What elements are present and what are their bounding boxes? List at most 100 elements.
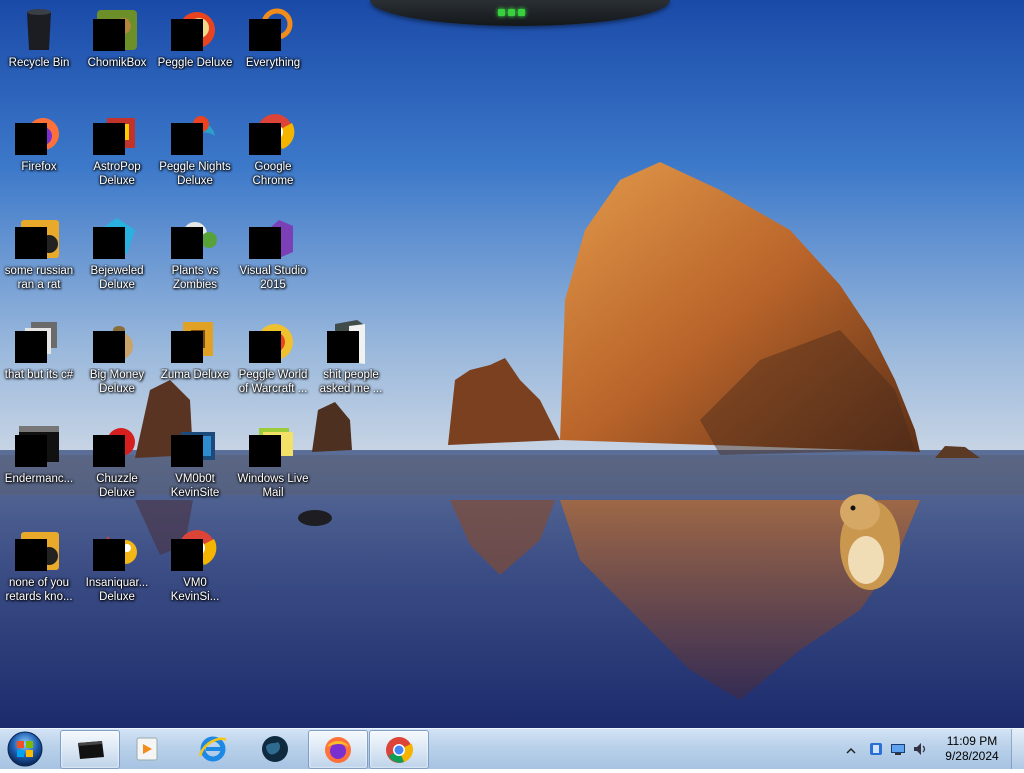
redaction-box	[15, 227, 47, 259]
desktop-icon-label: Chuzzle Deluxe	[96, 473, 138, 499]
desktop-icon-label: Firefox	[21, 161, 57, 173]
network-icon[interactable]	[890, 741, 906, 757]
redaction-box	[15, 331, 47, 363]
desktop-icon[interactable]: VM0 KevinSi...	[156, 526, 234, 604]
plants-vs-zombies-icon	[171, 214, 219, 262]
redaction-box	[249, 331, 281, 363]
desktop-icon[interactable]: Google Chrome	[234, 110, 312, 188]
recycle-bin-icon	[15, 6, 63, 54]
taskbar-globe-app[interactable]	[246, 730, 304, 767]
redaction-box	[171, 19, 203, 51]
desktop-icon[interactable]: none of you retards kno...	[0, 526, 78, 604]
desktop-icon-label: Visual Studio 2015	[239, 265, 307, 291]
redaction-box	[249, 19, 281, 51]
shortcut-icon	[15, 318, 63, 366]
desktop-icon-label: VM0 KevinSi...	[170, 577, 220, 603]
redaction-box	[93, 227, 125, 259]
redaction-box	[171, 539, 203, 571]
desktop-icon[interactable]: Peggle Deluxe	[156, 6, 234, 70]
desktop-icon[interactable]: Recycle Bin	[0, 6, 78, 70]
command-window-icon	[78, 740, 104, 759]
peggle-deluxe-icon	[171, 6, 219, 54]
redaction-box	[171, 435, 203, 467]
desktop-icon[interactable]: Everything	[234, 6, 312, 70]
desktop-icon-label: Endermanc...	[4, 473, 74, 485]
redaction-box	[93, 435, 125, 467]
gadget-arrow-icon[interactable]	[494, 6, 528, 18]
desktop-icon[interactable]: Visual Studio 2015	[234, 214, 312, 292]
volume-icon[interactable]	[912, 741, 928, 757]
generic-app-icon	[15, 526, 63, 574]
redaction-box	[171, 123, 203, 155]
chrome-icon	[386, 736, 414, 763]
vm-icon	[171, 422, 219, 470]
show-desktop-button[interactable]	[1011, 729, 1024, 769]
desktop-icon[interactable]: Windows Live Mail	[234, 422, 312, 500]
desktop-icon-label: Insaniquar... Deluxe	[85, 577, 149, 603]
chuzzle-icon	[93, 422, 141, 470]
desktop-icon[interactable]: that but its c#	[0, 318, 78, 382]
globe-icon	[262, 735, 288, 762]
desktop-icon-label: Peggle Deluxe	[157, 57, 233, 69]
taskbar-internet-explorer[interactable]	[184, 730, 242, 767]
redaction-box	[249, 435, 281, 467]
tray-clock[interactable]: 11:09 PM 9/28/2024	[932, 734, 1012, 764]
chrome-icon	[249, 110, 297, 158]
firefox-icon	[15, 110, 63, 158]
peggle-nights-icon	[171, 110, 219, 158]
redaction-box	[171, 227, 203, 259]
redaction-box	[171, 331, 203, 363]
taskbar-cmd-window[interactable]	[60, 730, 120, 769]
clock-date: 9/28/2024	[945, 749, 999, 763]
desktop-icon-label: Everything	[245, 57, 301, 69]
desktop-icon[interactable]: shit people asked me ...	[312, 318, 390, 396]
desktop-icon-label: Plants vs Zombies	[171, 265, 219, 291]
desktop-icon[interactable]: Endermanc...	[0, 422, 78, 486]
desktop-icon-label: some russian ran a rat	[4, 265, 74, 291]
desktop-icon-label: Peggle World of Warcraft ...	[238, 369, 308, 395]
desktop-icon[interactable]: Chuzzle Deluxe	[78, 422, 156, 500]
desktop-icon-label: Zuma Deluxe	[160, 369, 230, 381]
desktop-icon[interactable]: ChomikBox	[78, 6, 156, 70]
desktop-icon[interactable]: VM0b0t KevinSite	[156, 422, 234, 500]
desktop-icon[interactable]: Zuma Deluxe	[156, 318, 234, 382]
redaction-box	[15, 123, 47, 155]
desktop-icon-label: none of you retards kno...	[5, 577, 73, 603]
bejeweled-icon	[93, 214, 141, 262]
taskbar-chrome[interactable]	[369, 730, 429, 769]
desktop-icon[interactable]: Peggle Nights Deluxe	[156, 110, 234, 188]
desktop-icon[interactable]: AstroPop Deluxe	[78, 110, 156, 188]
generic-app-icon	[15, 214, 63, 262]
visual-studio-icon	[249, 214, 297, 262]
big-money-icon	[93, 318, 141, 366]
desktop-icon-label: Peggle Nights Deluxe	[159, 161, 231, 187]
desktop-icon[interactable]: Plants vs Zombies	[156, 214, 234, 292]
desktop-icon[interactable]: some russian ran a rat	[0, 214, 78, 292]
chrome-icon	[171, 526, 219, 574]
desktop-icon[interactable]: Peggle World of Warcraft ...	[234, 318, 312, 396]
desktop-icon[interactable]: Firefox	[0, 110, 78, 174]
firefox-icon	[325, 736, 351, 763]
show-hidden-icons-icon[interactable]	[846, 743, 862, 759]
redaction-box	[327, 331, 359, 363]
insaniquarium-icon	[93, 526, 141, 574]
peggle-wow-icon	[249, 318, 297, 366]
redaction-box	[93, 539, 125, 571]
desktop-icon-label: that but its c#	[4, 369, 74, 381]
taskbar-firefox[interactable]	[308, 730, 368, 769]
redaction-box	[93, 331, 125, 363]
redaction-box	[15, 435, 47, 467]
taskbar-media-player[interactable]	[118, 730, 176, 767]
media-player-icon	[136, 737, 158, 760]
desktop-icon[interactable]: Bejeweled Deluxe	[78, 214, 156, 292]
everything-icon	[249, 6, 297, 54]
windows-live-mail-icon	[249, 422, 297, 470]
desktop-icon[interactable]: Insaniquar... Deluxe	[78, 526, 156, 604]
desktop-icon-label: VM0b0t KevinSite	[170, 473, 220, 499]
redaction-box	[249, 227, 281, 259]
tray-app-icon[interactable]	[868, 741, 884, 757]
desktop-icon-label: Recycle Bin	[8, 57, 70, 69]
zuma-icon	[171, 318, 219, 366]
desktop-icon[interactable]: Big Money Deluxe	[78, 318, 156, 396]
start-orb-icon[interactable]	[5, 730, 45, 768]
